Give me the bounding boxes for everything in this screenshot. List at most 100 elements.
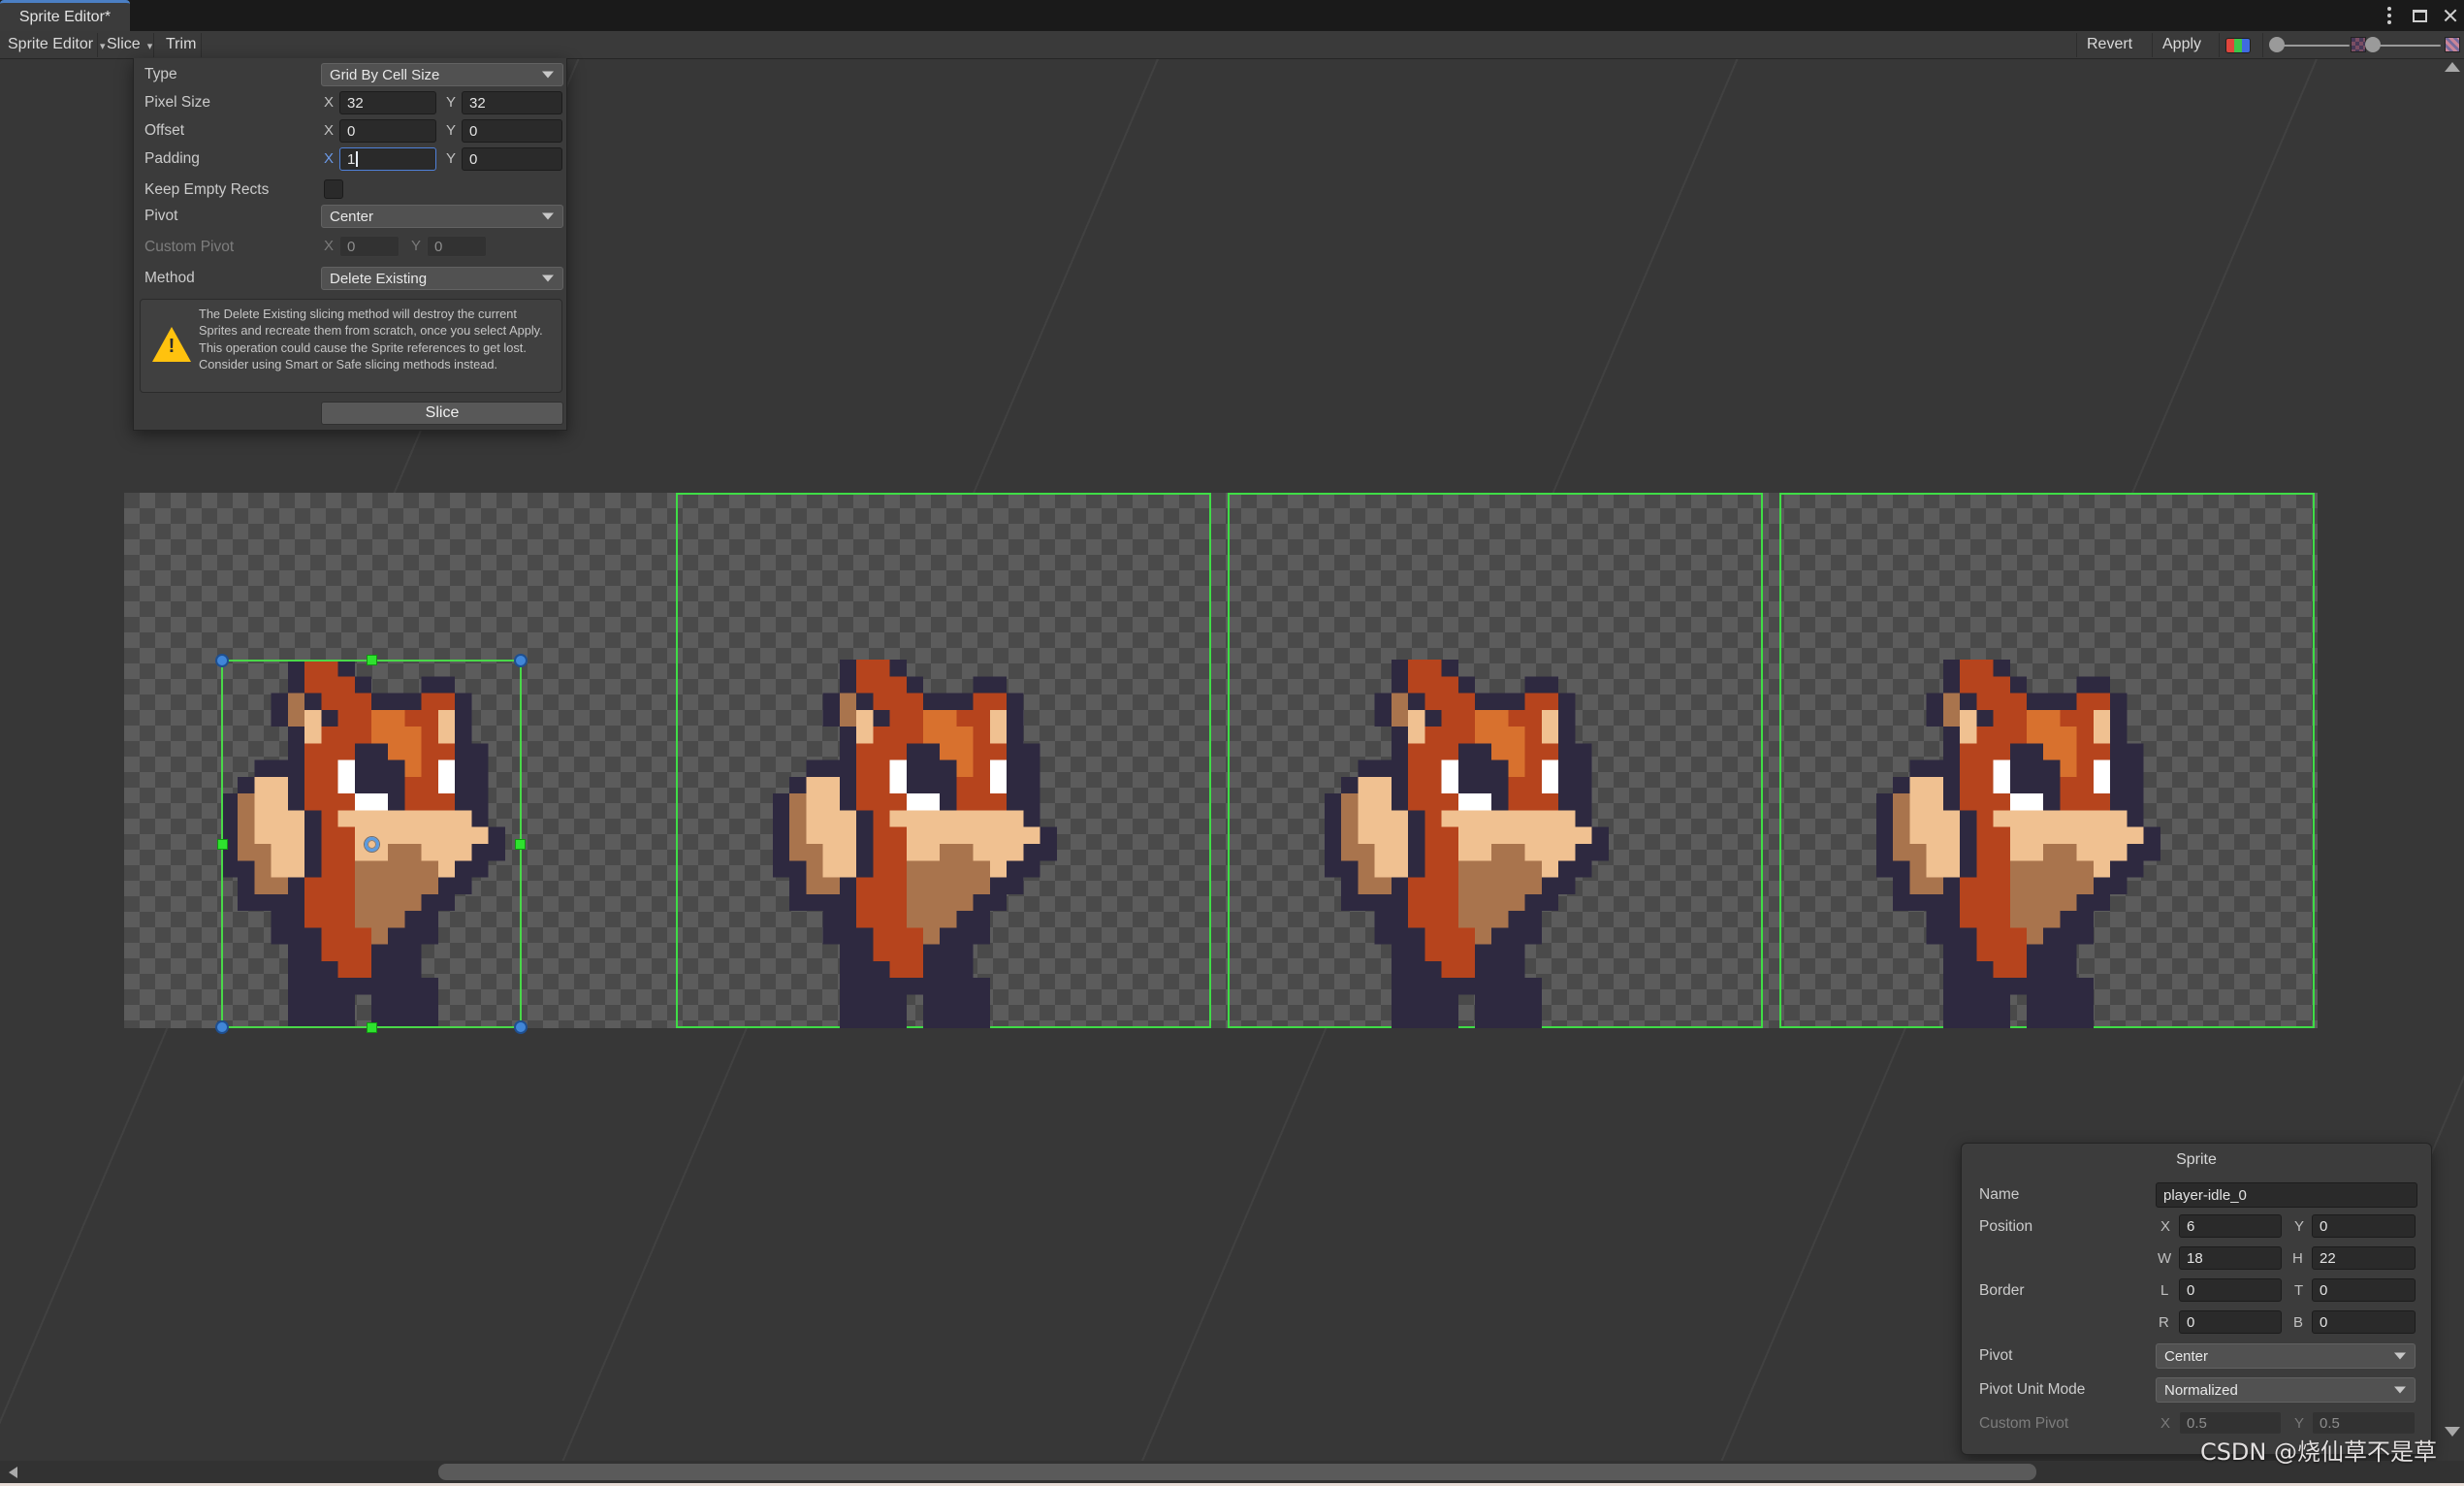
apply-button[interactable]: Apply	[2159, 31, 2205, 58]
vertical-scroll-up-icon[interactable]	[2445, 62, 2460, 72]
selection-handle-right[interactable]	[515, 839, 526, 850]
horizontal-scroll-left-icon[interactable]	[9, 1467, 17, 1478]
horizontal-scrollbar-thumb[interactable]	[438, 1464, 2036, 1480]
padding-y-field[interactable]: 0	[462, 147, 562, 171]
custom-pivot-y-field: 0	[427, 236, 487, 257]
rgb-channels-icon[interactable]	[2225, 38, 2251, 53]
zoom-slider-track[interactable]	[2377, 45, 2441, 47]
border-b-field[interactable]: 0	[2312, 1310, 2416, 1334]
y-axis-label: Y	[2294, 1415, 2304, 1432]
revert-button[interactable]: Revert	[2083, 31, 2136, 58]
sprite-pivot-dropdown[interactable]: Center	[2156, 1343, 2416, 1369]
pixel-size-y-field[interactable]: 32	[462, 91, 562, 114]
close-icon[interactable]	[2443, 8, 2458, 23]
offset-x-field[interactable]: 0	[339, 119, 436, 143]
border-r-field[interactable]: 0	[2179, 1310, 2282, 1334]
h-axis-label: H	[2292, 1250, 2303, 1267]
chevron-down-icon	[542, 275, 554, 282]
padding-y-value: 0	[469, 151, 477, 168]
x-axis-label: X	[324, 122, 334, 139]
position-w-field[interactable]: 18	[2179, 1246, 2282, 1270]
pivot-dropdown[interactable]: Center	[321, 205, 563, 228]
window-tab[interactable]: Sprite Editor*	[0, 0, 130, 31]
selection-handle-left[interactable]	[217, 839, 228, 850]
keep-empty-rects-label: Keep Empty Rects	[144, 181, 269, 199]
mip-slider-track[interactable]	[2281, 45, 2350, 47]
b-axis-label: B	[2293, 1314, 2303, 1331]
selection-handle-bottom-left[interactable]	[215, 1020, 229, 1034]
border-t-value: 0	[2320, 1282, 2327, 1299]
border-l-field[interactable]: 0	[2179, 1278, 2282, 1302]
method-dropdown[interactable]: Delete Existing	[321, 267, 563, 290]
custom-pivot-row: Custom Pivot X 0 Y 0	[134, 236, 568, 259]
custom-pivot-x-field: 0	[339, 236, 400, 257]
padding-row: Padding X 1 Y 0	[134, 147, 568, 171]
position-x-value: 6	[2187, 1218, 2194, 1235]
border-l-value: 0	[2187, 1282, 2194, 1299]
window-menu-icon[interactable]	[2387, 14, 2391, 17]
l-axis-label: L	[2160, 1282, 2168, 1299]
name-row: Name player-idle_0	[1962, 1182, 2433, 1208]
type-dropdown[interactable]: Grid By Cell Size	[321, 63, 563, 86]
fox-sprite[interactable]	[1325, 660, 1625, 1028]
vertical-scroll-down-icon[interactable]	[2445, 1427, 2460, 1437]
slice-menu-button[interactable]: Slice ▾	[103, 31, 156, 58]
sprite-editor-window: Sprite Editor* Sprite Editor ▾ Slice ▾ T…	[0, 0, 2464, 1486]
toolbar: Sprite Editor ▾ Slice ▾ Trim Revert Appl…	[0, 31, 2464, 59]
pivot-unit-mode-value: Normalized	[2164, 1382, 2238, 1399]
pixel-size-label: Pixel Size	[144, 94, 210, 112]
alpha-checker-icon	[2351, 37, 2366, 52]
x-axis-label: X	[2160, 1415, 2170, 1432]
horizontal-scrollbar[interactable]	[0, 1461, 2464, 1483]
sprite-name-value: player-idle_0	[2163, 1187, 2247, 1204]
pivot-unit-mode-label: Pivot Unit Mode	[1979, 1381, 2085, 1399]
selection-handle-top-left[interactable]	[215, 654, 229, 667]
border-t-field[interactable]: 0	[2312, 1278, 2416, 1302]
selection-handle-top-right[interactable]	[514, 654, 528, 667]
position-y-field[interactable]: 0	[2312, 1214, 2416, 1238]
w-axis-label: W	[2158, 1250, 2171, 1267]
text-caret	[356, 151, 358, 167]
trim-button[interactable]: Trim	[162, 31, 200, 58]
watermark-text: CSDN @烧仙草不是草	[2200, 1433, 2437, 1467]
sprite-selection-rect[interactable]	[221, 660, 522, 1028]
y-axis-label: Y	[446, 94, 456, 111]
type-row: Type Grid By Cell Size	[134, 63, 568, 86]
pixel-size-x-field[interactable]: 32	[339, 91, 436, 114]
padding-x-field[interactable]: 1	[339, 147, 436, 171]
sprite-pivot-row: Pivot Center	[1962, 1343, 2433, 1369]
method-row: Method Delete Existing	[134, 267, 568, 290]
padding-x-value: 1	[347, 151, 355, 168]
sprite-editor-mode-dropdown[interactable]: Sprite Editor ▾	[4, 31, 110, 58]
border-row-lt: Border L 0 T 0	[1962, 1278, 2433, 1304]
fox-sprite[interactable]	[1876, 660, 2177, 1028]
sprite-custom-pivot-y-value: 0.5	[2320, 1415, 2340, 1432]
padding-label: Padding	[144, 150, 200, 168]
position-y-value: 0	[2320, 1218, 2327, 1235]
selection-handle-bottom[interactable]	[367, 1022, 377, 1033]
sprite-name-field[interactable]: player-idle_0	[2156, 1182, 2417, 1208]
selection-handle-top[interactable]	[367, 655, 377, 665]
position-h-field[interactable]: 22	[2312, 1246, 2416, 1270]
keep-empty-rects-row: Keep Empty Rects	[134, 178, 568, 202]
keep-empty-rects-checkbox[interactable]	[324, 179, 343, 199]
custom-pivot-x-value: 0	[347, 239, 355, 255]
selection-handle-bottom-right[interactable]	[514, 1020, 528, 1034]
slice-button[interactable]: Slice	[321, 402, 563, 425]
y-axis-label: Y	[446, 122, 456, 139]
method-value: Delete Existing	[330, 271, 427, 287]
fox-sprite[interactable]	[773, 660, 1073, 1028]
position-x-field[interactable]: 6	[2179, 1214, 2282, 1238]
pivot-row: Pivot Center	[134, 205, 568, 228]
position-row-xy: Position X 6 Y 0	[1962, 1214, 2433, 1240]
maximize-icon[interactable]	[2413, 10, 2427, 22]
chevron-down-icon	[542, 213, 554, 220]
pivot-unit-mode-dropdown[interactable]: Normalized	[2156, 1377, 2416, 1403]
custom-pivot-y-value: 0	[434, 239, 442, 255]
revert-label: Revert	[2087, 36, 2132, 53]
sprite-custom-pivot-y-field: 0.5	[2312, 1411, 2416, 1435]
border-r-value: 0	[2187, 1314, 2194, 1331]
sprite-pivot-handle[interactable]	[365, 837, 379, 852]
offset-y-field[interactable]: 0	[462, 119, 562, 143]
t-axis-label: T	[2294, 1282, 2303, 1299]
